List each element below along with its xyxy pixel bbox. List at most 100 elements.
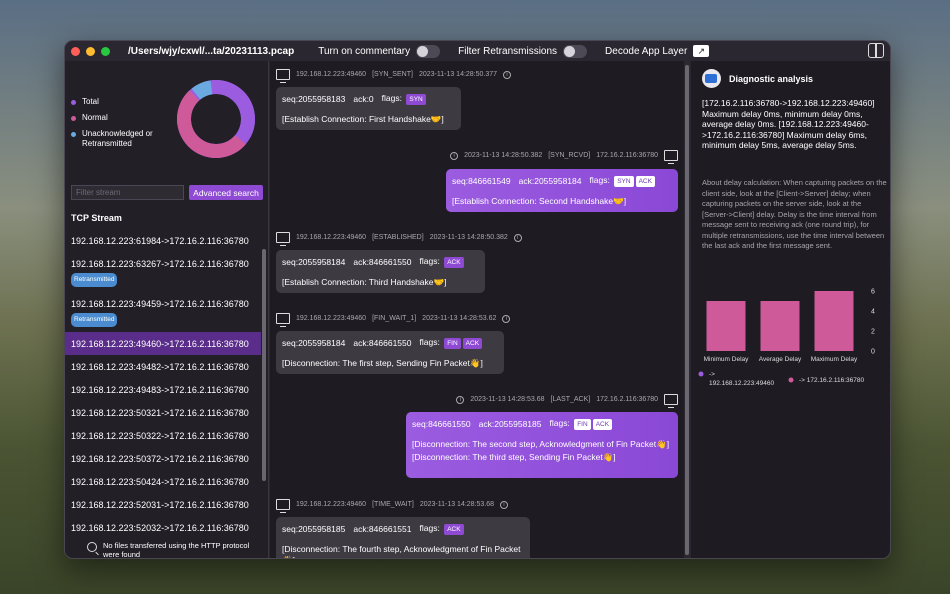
- filter-retrans-label: Filter Retransmissions: [458, 45, 558, 57]
- info-icon[interactable]: i: [456, 395, 465, 404]
- packet-header-line: seq:846661550 ack:2055958185 flags: FIN ACK: [412, 418, 672, 430]
- filter-retrans-control: Filter Retransmissions: [458, 44, 588, 58]
- stream-item[interactable]: 192.168.12.223:49459->172.16.2.116:36780…: [65, 292, 261, 332]
- packet-description: [Establish Connection: Third Handshake🤝]: [282, 277, 447, 287]
- packet-description: [Establish Connection: First Handshake🤝]: [282, 114, 444, 124]
- stream-label: 192.168.12.223:49483->172.16.2.116:36780: [71, 385, 249, 395]
- packet-state: [SYN_RCVD]: [548, 152, 591, 159]
- packet-description: [Disconnection: The second step, Acknowl…: [412, 439, 670, 449]
- seq-value: seq:846661549: [452, 176, 511, 186]
- packet-bubble[interactable]: seq:2055958184 ack:846661550 flags: ACK [Es…: [276, 250, 485, 293]
- x-tick-label: Minimum Delay: [704, 356, 750, 363]
- info-icon[interactable]: i: [503, 70, 512, 79]
- stream-donut-chart: [177, 80, 256, 158]
- legend-label: Unacknowledged or Retransmitted: [82, 129, 153, 148]
- packet-bubble[interactable]: seq:2055958184 ack:846661550 flags: FIN ACK…: [276, 331, 504, 374]
- stream-item[interactable]: 192.168.12.223:50322->172.16.2.116:36780: [65, 424, 261, 447]
- packet-bubble[interactable]: seq:2055958185 ack:846661551 flags: ACK [Di…: [276, 517, 530, 558]
- stream-item[interactable]: 192.168.12.223:61984->172.16.2.116:36780: [65, 229, 261, 252]
- monitor-icon: [276, 499, 290, 513]
- info-icon[interactable]: i: [513, 233, 522, 242]
- arrow-up-right-icon[interactable]: ↗: [693, 45, 710, 57]
- close-window-button[interactable]: [71, 46, 80, 56]
- packet-ip: 192.168.12.223:49460: [296, 315, 367, 322]
- stream-item[interactable]: 192.168.12.223:50372->172.16.2.116:36780: [65, 447, 261, 470]
- info-icon[interactable]: i: [500, 500, 509, 509]
- packet-header-line: seq:2055958183 ack:0 flags: SYN: [282, 93, 455, 105]
- packet-bubble[interactable]: seq:2055958183 ack:0 flags: SYN [Establish …: [276, 87, 461, 130]
- flags-label: flags:: [381, 93, 402, 103]
- tcp-stream-title: TCP Stream: [71, 213, 122, 223]
- packet-time: 2023-11-13 14:28:50.377: [418, 71, 498, 78]
- legend-dot: [71, 131, 76, 137]
- flags-label: flags:: [419, 337, 440, 347]
- flags-group: flags: FIN ACK: [419, 337, 483, 349]
- packet-meta: 192.168.12.223:49460 [ESTABLISHED] 2023-11…: [276, 232, 522, 246]
- stream-item[interactable]: 192.168.12.223:63267->172.16.2.116:36780…: [65, 252, 261, 292]
- packet-time: 2023-11-13 14:28:53.62: [422, 315, 497, 322]
- zoom-window-button[interactable]: [101, 46, 110, 56]
- packet-meta: i 2023-11-13 14:28:53.68 [LAST_ACK] 172.16.…: [456, 394, 678, 408]
- monitor-icon: [664, 394, 678, 408]
- packet-description: [Establish Connection: Second Handshake🤝…: [452, 196, 627, 206]
- packet-description: [Disconnection: The third step, Sending …: [412, 452, 616, 462]
- no-files-text: No files transferred using the HTTP prot…: [103, 541, 250, 559]
- x-tick-label: Average Delay: [759, 356, 802, 363]
- info-icon[interactable]: i: [502, 314, 511, 323]
- legend-item: Total: [71, 97, 177, 107]
- packet-flow-scrollbar[interactable]: [684, 61, 690, 558]
- stream-list: 192.168.12.223:61984->172.16.2.116:36780…: [65, 229, 261, 541]
- flag-badge: ACK: [444, 524, 464, 535]
- commentary-toggle[interactable]: [416, 44, 441, 58]
- ack-value: ack:846661551: [353, 524, 412, 534]
- filter-retrans-toggle[interactable]: [563, 44, 588, 58]
- filter-row: Advanced search: [71, 185, 263, 200]
- ack-value: ack:2055958184: [518, 176, 582, 186]
- search-icon: [87, 542, 97, 552]
- flag-badge: SYN: [614, 176, 634, 187]
- packet-description: [Disconnection: The first step, Sending …: [282, 358, 483, 368]
- delay-note: About delay calculation: When capturing …: [702, 178, 887, 250]
- seq-value: seq:2055958183: [282, 94, 346, 104]
- minimize-window-button[interactable]: [86, 46, 95, 56]
- stream-label: 192.168.12.223:50322->172.16.2.116:36780: [71, 431, 249, 441]
- legend-series-1-name: -> 172.16.2.116:36780: [799, 377, 865, 384]
- packet-bubble[interactable]: seq:846661549 ack:2055958184 flags: SYN ACK…: [446, 169, 678, 212]
- stream-item[interactable]: 192.168.12.223:49460->172.16.2.116:36780: [65, 332, 261, 355]
- flag-badge: FIN: [444, 338, 461, 349]
- stream-item[interactable]: 192.168.12.223:50321->172.16.2.116:36780: [65, 401, 261, 424]
- ack-value: ack:846661550: [353, 257, 412, 267]
- filter-stream-input[interactable]: [71, 185, 184, 200]
- packet-state: [FIN_WAIT_1]: [372, 315, 417, 322]
- monitor-icon: [276, 313, 290, 327]
- legend-series-0-name: 192.168.12.223:49460: [709, 380, 774, 387]
- stream-item[interactable]: 192.168.12.223:52032->172.16.2.116:36780: [65, 516, 261, 539]
- monitor-icon: [276, 232, 290, 246]
- stream-sidebar: Total Normal Unacknowledged or Retransmitt…: [65, 61, 269, 559]
- stream-item[interactable]: 192.168.12.223:52031->172.16.2.116:36780: [65, 493, 261, 516]
- titlebar: /Users/wjy/cxwl/...ta/20231113.pcap Turn…: [65, 41, 890, 61]
- retransmitted-badge: Retransmitted: [71, 273, 118, 287]
- packet-state: [TIME_WAIT]: [372, 501, 414, 508]
- donut-legend: Total Normal Unacknowledged or Retransmitt…: [71, 97, 177, 155]
- stream-list-scrollbar[interactable]: [262, 249, 266, 481]
- sidebar-toggle-icon[interactable]: [868, 43, 884, 58]
- stream-label: 192.168.12.223:63267->172.16.2.116:36780: [71, 259, 249, 269]
- packet-header-line: seq:2055958185 ack:846661551 flags: ACK: [282, 523, 524, 535]
- stream-item[interactable]: 192.168.12.223:49482->172.16.2.116:36780: [65, 355, 261, 378]
- seq-value: seq:2055958185: [282, 524, 346, 534]
- bar-2: [814, 291, 854, 351]
- app-window: /Users/wjy/cxwl/...ta/20231113.pcap Turn…: [64, 40, 891, 559]
- stream-label: 192.168.12.223:50424->172.16.2.116:36780: [71, 477, 249, 487]
- seq-value: seq:2055958184: [282, 338, 346, 348]
- packet-bubble[interactable]: seq:846661550 ack:2055958185 flags: FIN ACK…: [406, 412, 678, 478]
- info-icon[interactable]: i: [450, 151, 459, 160]
- stream-item[interactable]: 192.168.12.223:50424->172.16.2.116:36780: [65, 470, 261, 493]
- packet-header-line: seq:846661549 ack:2055958184 flags: SYN ACK: [452, 175, 672, 187]
- x-tick-label: Maximum Delay: [811, 356, 858, 363]
- stream-item[interactable]: 192.168.12.223:49483->172.16.2.116:36780: [65, 378, 261, 401]
- flags-label: flags:: [419, 523, 440, 533]
- packet-state: [ESTABLISHED]: [372, 234, 424, 241]
- stream-label: 192.168.12.223:52032->172.16.2.116:36780: [71, 523, 249, 533]
- advanced-search-button[interactable]: Advanced search: [189, 185, 263, 200]
